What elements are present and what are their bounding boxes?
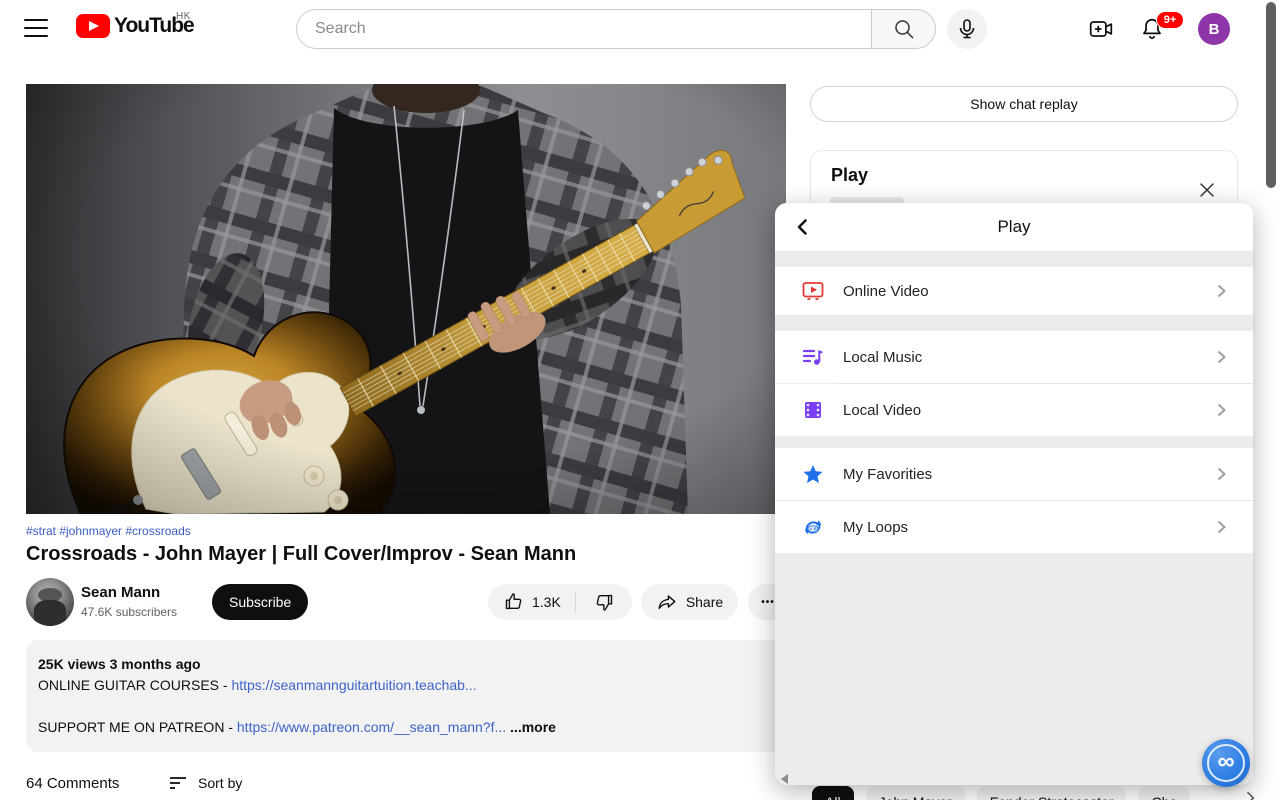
ab-loop-icon: A B xyxy=(801,515,825,539)
show-chat-replay-button[interactable]: Show chat replay xyxy=(810,86,1238,122)
thumb-down-icon xyxy=(593,591,615,613)
dislike-button[interactable] xyxy=(576,584,632,620)
play-overlay-panel: Play Online Video Loca xyxy=(775,203,1253,785)
menu-item-label: Local Video xyxy=(843,402,921,419)
description-link-2[interactable]: https://www.patreon.com/__sean_mann?f... xyxy=(237,719,506,735)
loop-fab-button[interactable]: ∞ xyxy=(1202,739,1250,787)
youtube-page: YouTube HK xyxy=(0,0,1280,800)
video-frame-guitarist xyxy=(26,84,786,514)
panel-title: Play xyxy=(997,217,1030,237)
chevron-right-icon xyxy=(1209,515,1233,539)
channel-name[interactable]: Sean Mann xyxy=(81,584,160,601)
like-dislike-pill: 1.3K xyxy=(488,584,632,620)
create-video-icon xyxy=(1088,16,1114,42)
video-hashtags[interactable]: #strat #johnmayer #crossroads xyxy=(26,524,191,538)
chevron-right-icon xyxy=(1209,462,1233,486)
sort-by-button[interactable]: Sort by xyxy=(168,773,242,793)
suggestion-chips: All John Mayer Fender Stratocaster Cho xyxy=(812,786,1190,800)
description-line-1: ONLINE GUITAR COURSES - https://seanmann… xyxy=(38,675,774,696)
menu-item-online-video[interactable]: Online Video xyxy=(775,267,1253,315)
voice-search-button[interactable] xyxy=(947,9,987,49)
top-bar: YouTube HK xyxy=(0,0,1280,56)
youtube-logo[interactable]: YouTube HK xyxy=(76,14,194,38)
chevron-right-icon xyxy=(1209,279,1233,303)
description-link-1[interactable]: https://seanmannguitartuition.teachab... xyxy=(231,677,476,693)
chip-fender-stratocaster[interactable]: Fender Stratocaster xyxy=(977,786,1127,800)
share-icon xyxy=(656,591,678,613)
search-icon xyxy=(892,17,916,41)
video-title: Crossroads - John Mayer | Full Cover/Imp… xyxy=(26,543,576,566)
description-line-2: SUPPORT ME ON PATREON - https://www.patr… xyxy=(38,717,774,738)
chip-john-mayer[interactable]: John Mayer xyxy=(866,786,965,800)
view-count-meta: 25K views 3 months ago xyxy=(38,654,774,675)
menu-item-local-video[interactable]: Local Video xyxy=(775,384,1253,436)
sort-icon xyxy=(168,773,188,793)
menu-item-label: My Loops xyxy=(843,519,908,536)
menu-item-local-music[interactable]: Local Music xyxy=(775,331,1253,383)
panel-header: Play xyxy=(775,203,1253,251)
back-icon[interactable] xyxy=(791,215,815,239)
chevron-right-icon xyxy=(1209,398,1233,422)
fab-ring: ∞ xyxy=(1207,744,1245,782)
menu-item-label: Local Music xyxy=(843,349,922,366)
logo-region: HK xyxy=(176,11,191,22)
chip-cho[interactable]: Cho xyxy=(1138,786,1190,800)
chip-all[interactable]: All xyxy=(812,786,854,800)
channel-subscribers: 47.6K subscribers xyxy=(81,605,177,619)
search-button[interactable] xyxy=(871,9,936,49)
microphone-icon xyxy=(955,17,979,41)
page-scrollbar-thumb[interactable] xyxy=(1266,2,1276,188)
channel-avatar[interactable] xyxy=(26,578,74,626)
panel-collapse-handle[interactable] xyxy=(781,774,788,784)
menu-icon[interactable] xyxy=(22,16,50,40)
play-card-title: Play xyxy=(831,165,868,186)
account-avatar[interactable]: B xyxy=(1198,13,1230,45)
svg-text:A B: A B xyxy=(809,527,817,532)
menu-item-label: My Favorities xyxy=(843,466,932,483)
chips-scroll-right-icon[interactable] xyxy=(1240,788,1260,800)
comments-count: 64 Comments xyxy=(26,775,119,792)
subscribe-button[interactable]: Subscribe xyxy=(212,584,308,620)
notification-count-badge: 9+ xyxy=(1156,11,1184,29)
menu-item-label: Online Video xyxy=(843,283,929,300)
description-box[interactable]: 25K views 3 months ago ONLINE GUITAR COU… xyxy=(26,640,786,752)
infinity-icon: ∞ xyxy=(1217,750,1234,774)
expand-description-button[interactable]: ...more xyxy=(510,719,556,735)
online-video-icon xyxy=(801,279,825,303)
like-count: 1.3K xyxy=(532,594,561,610)
local-video-icon xyxy=(801,398,825,422)
menu-item-my-loops[interactable]: A B My Loops xyxy=(775,501,1253,553)
video-player[interactable] xyxy=(26,84,786,514)
local-music-icon xyxy=(801,345,825,369)
favorites-star-icon xyxy=(801,462,825,486)
menu-item-my-favorities[interactable]: My Favorities xyxy=(775,448,1253,500)
sort-by-label: Sort by xyxy=(198,775,242,791)
description-text: SUPPORT ME ON PATREON - xyxy=(38,719,237,735)
share-button[interactable]: Share xyxy=(641,584,738,620)
search-input[interactable] xyxy=(296,9,871,49)
share-label: Share xyxy=(686,594,723,610)
like-button[interactable]: 1.3K xyxy=(488,584,575,620)
close-icon[interactable] xyxy=(1196,179,1218,201)
thumb-up-icon xyxy=(503,591,525,613)
description-text: ONLINE GUITAR COURSES - xyxy=(38,677,231,693)
chevron-right-icon xyxy=(1209,345,1233,369)
create-button[interactable] xyxy=(1081,9,1121,49)
youtube-play-icon xyxy=(76,14,110,38)
